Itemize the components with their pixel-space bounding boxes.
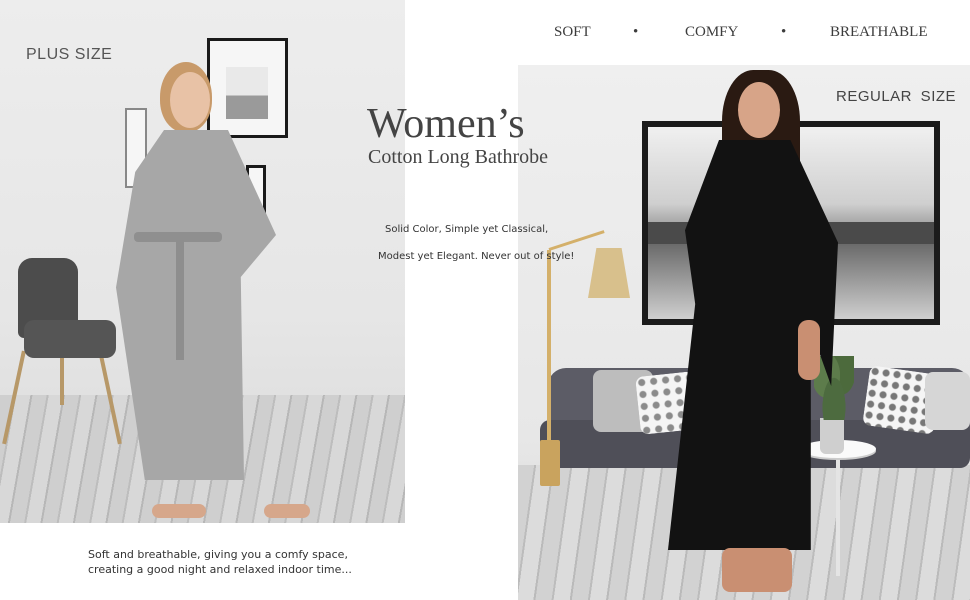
wall-picture-frame [207,38,288,138]
headline-subtitle: Cotton Long Bathrobe [368,146,548,168]
chair-leg [60,355,64,405]
cushion [925,372,970,430]
model-feet [152,482,312,518]
headline-title: Women’s [367,101,525,147]
feature-comfy: COMFY [685,24,739,40]
bullet-separator: • [781,24,787,40]
footer-line-1: Soft and breathable, giving you a comfy … [88,548,348,561]
plus-size-label: PLUS SIZE [26,46,113,63]
plant-pot [820,418,844,454]
lamp-base [540,440,560,486]
model-face [738,82,780,138]
feature-soft: SOFT [554,24,591,40]
floor-lamp [547,250,551,440]
description-line-2: Modest yet Elegant. Never out of style! [378,251,575,262]
armchair-seat [24,320,116,358]
robe-tie [176,240,184,360]
feature-tagline: SOFT • COMFY • BREATHABLE [554,24,934,44]
footer-line-2: creating a good night and relaxed indoor… [88,563,352,576]
plant [814,356,854,420]
feature-breathable: BREATHABLE [830,24,928,40]
model-hand [798,320,820,380]
model-face [170,72,210,128]
bullet-separator: • [633,24,639,40]
description-line-1: Solid Color, Simple yet Classical, [385,224,549,235]
regular-size-label: REGULAR SIZE [836,88,957,105]
side-table-leg [836,456,840,576]
model-legs [722,548,792,592]
